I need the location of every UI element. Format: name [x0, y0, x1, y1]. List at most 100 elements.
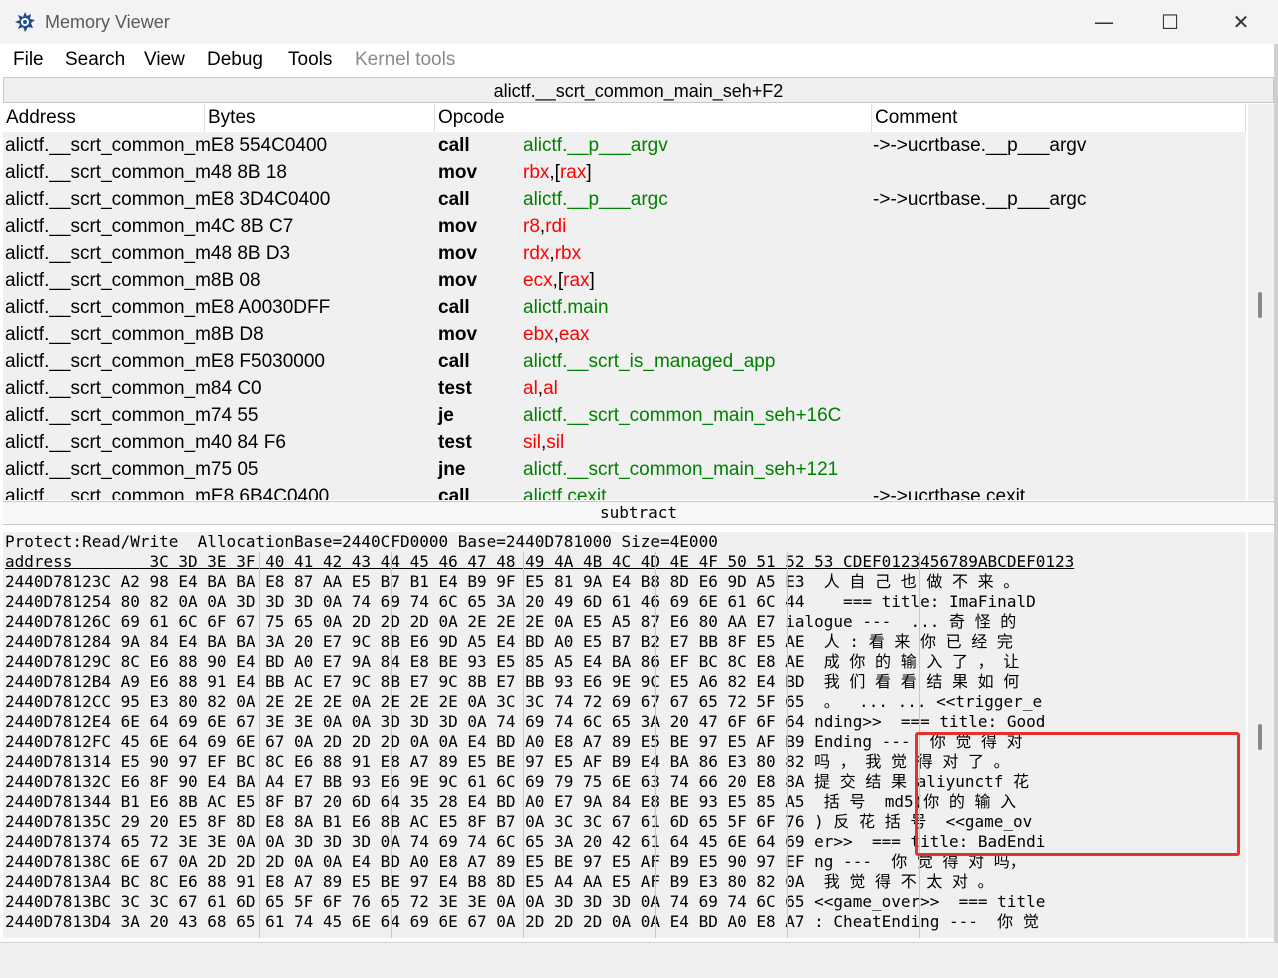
hex-row[interactable]: 2440D7812B4 A9 E6 88 91 E4 BB AC E7 9C 8…	[5, 672, 1019, 692]
byte-group-separator	[259, 552, 260, 938]
cheat-engine-icon	[15, 12, 35, 32]
menu-tools[interactable]: Tools	[288, 49, 332, 71]
row-address-bytes: alictf.__scrt_common_mE8 F5030000	[5, 351, 325, 372]
operand-token: ecx	[523, 270, 553, 291]
row-address-bytes: alictf.__scrt_common_mE8 A0030DFF	[5, 297, 331, 318]
hex-protect-info: Protect:Read/Write AllocationBase=2440CF…	[5, 532, 718, 551]
menu-kernel-tools: Kernel tools	[355, 49, 456, 70]
operand-token: sil	[523, 432, 541, 453]
operand-token: eax	[558, 324, 590, 345]
hex-row[interactable]: 2440D7812E4 6E 64 69 6E 67 3E 3E 0A 0A 3…	[5, 712, 1045, 732]
column-header-bytes[interactable]: Bytes	[205, 104, 435, 132]
disassembly-row[interactable]: alictf.__scrt_common_m75 05 jne alictf.__s…	[3, 456, 1246, 483]
disassembly-view[interactable]: alictf.__scrt_common_mE8 554C0400 call ali…	[3, 132, 1246, 500]
row-address-bytes: alictf.__scrt_common_m48 8B 18	[5, 162, 287, 183]
hex-row[interactable]: 2440D781374 65 72 3E 3E 0A 0A 3D 3D 3D 0…	[5, 832, 1045, 852]
minimize-button[interactable]: —	[1081, 6, 1127, 38]
disassembly-row[interactable]: alictf.__scrt_common_m4C 8B C7 mov r8,rdi	[3, 213, 1246, 240]
hex-column-header: address 3C 3D 3E 3F 40 41 42 43 44 45 46…	[5, 552, 1075, 571]
hex-row[interactable]: 2440D78123C A2 98 E4 BA BA E8 87 AA E5 B…	[5, 572, 1019, 592]
hex-row[interactable]: 2440D78129C 8C E6 88 90 E4 BD A0 E7 9A 8…	[5, 652, 1019, 672]
row-operands: sil,sil	[523, 429, 564, 456]
disassembly-row[interactable]: alictf.__scrt_common_mE8 6B4C0400 call ali…	[3, 483, 1246, 500]
operand-token: al	[543, 378, 558, 399]
row-operands: alictf.__scrt_common_main_seh+16C	[523, 402, 841, 429]
disassembly-row[interactable]: alictf.__scrt_common_m8B D8 mov ebx,eax	[3, 321, 1246, 348]
row-operands: alictf.__p___argv	[523, 132, 668, 159]
row-opcode: mov	[438, 162, 478, 183]
row-opcode: mov	[438, 216, 478, 237]
disassembly-row[interactable]: alictf.__scrt_common_m8B 08 mov ecx,[rax]	[3, 267, 1246, 294]
row-operands: rdx,rbx	[523, 240, 581, 267]
row-comment: ->->ucrtbase.__p___argc	[873, 189, 1087, 210]
hex-row[interactable]: 2440D78126C 69 61 6C 6F 67 75 65 0A 2D 2…	[5, 612, 1016, 632]
menu-bar: File Search View Debug Tools Kernel tool…	[0, 44, 1278, 76]
row-opcode: call	[438, 189, 470, 210]
hex-row[interactable]: 2440D78135C 29 20 E5 8F 8D E8 8A B1 E6 8…	[5, 812, 1032, 832]
row-operands: alictf.main	[523, 294, 609, 321]
operand-token: ]	[589, 270, 595, 291]
disassembly-row[interactable]: alictf.__scrt_common_m84 C0 test al,al	[3, 375, 1246, 402]
row-opcode: call	[438, 135, 470, 156]
hex-row[interactable]: 2440D781314 E5 90 97 EF BC 8C E6 88 91 E…	[5, 752, 1010, 772]
hex-row[interactable]: 2440D7813BC 3C 3C 67 61 6D 65 5F 6F 76 6…	[5, 892, 1045, 912]
row-address-bytes: alictf.__scrt_common_m48 8B D3	[5, 243, 291, 264]
operand-token: rax	[559, 162, 587, 183]
row-operands: alictf.__p___argc	[523, 186, 668, 213]
operand-token: ebx	[523, 324, 554, 345]
hex-scroll-thumb[interactable]	[1258, 724, 1262, 750]
splitter-bar[interactable]: subtract	[3, 501, 1274, 525]
disassembly-scroll-thumb[interactable]	[1258, 292, 1262, 318]
menu-debug[interactable]: Debug	[207, 49, 263, 71]
operand-token: alictf.__p___argc	[523, 189, 668, 210]
row-opcode: test	[438, 378, 472, 399]
column-header-comment[interactable]: Comment	[872, 104, 1246, 132]
hex-row[interactable]: 2440D781254 80 82 0A 0A 3D 3D 3D 0A 74 6…	[5, 592, 1036, 612]
row-comment: ->->ucrtbase.cexit	[873, 486, 1026, 500]
row-operands: alictf.cexit	[523, 483, 606, 500]
disassembly-row[interactable]: alictf.__scrt_common_mE8 3D4C0400 call ali…	[3, 186, 1246, 213]
menu-file[interactable]: File	[13, 49, 44, 71]
operand-token: rax	[563, 270, 590, 291]
close-icon: ✕	[1232, 10, 1250, 34]
disassembly-row[interactable]: alictf.__scrt_common_m48 8B 18 mov rbx,[ra…	[3, 159, 1246, 186]
row-opcode: mov	[438, 243, 478, 264]
operand-token: rdi	[545, 216, 567, 237]
row-address-bytes: alictf.__scrt_common_mE8 554C0400	[5, 135, 328, 156]
row-opcode: call	[438, 486, 470, 500]
row-comment: ->->ucrtbase.__p___argv	[873, 135, 1087, 156]
byte-group-separator	[655, 552, 656, 938]
menu-view[interactable]: View	[144, 49, 185, 71]
operand-token: alictf.cexit	[523, 486, 607, 500]
hex-row[interactable]: 2440D781284 9A 84 E4 BA BA 3A 20 E7 9C 8…	[5, 632, 1013, 652]
disassembly-row[interactable]: alictf.__scrt_common_m48 8B D3 mov rdx,rbx	[3, 240, 1246, 267]
maximize-button[interactable]: ☐	[1147, 6, 1193, 38]
operand-token: alictf.__scrt_is_managed_app	[523, 351, 776, 372]
hex-row[interactable]: 2440D78132C E6 8F 90 E4 BA A4 E7 BB 93 E…	[5, 772, 1029, 792]
operand-token: rdx	[523, 243, 550, 264]
hex-row[interactable]: 2440D7813D4 3A 20 43 68 65 61 74 45 6E 6…	[5, 912, 1039, 932]
row-address-bytes: alictf.__scrt_common_m40 84 F6	[5, 432, 286, 453]
hex-row[interactable]: 2440D781344 B1 E6 8B AC E5 8F B7 20 6D 6…	[5, 792, 1016, 812]
operand-token: r8	[523, 216, 540, 237]
disassembly-row[interactable]: alictf.__scrt_common_m74 55 je alictf.__sc…	[3, 402, 1246, 429]
row-address-bytes: alictf.__scrt_common_mE8 6B4C0400	[5, 486, 330, 500]
disassembler-location: alictf.__scrt_common_main_seh+F2	[3, 77, 1274, 103]
maximize-icon: ☐	[1161, 10, 1179, 34]
close-button[interactable]: ✕	[1218, 6, 1264, 38]
column-header-address[interactable]: Address	[3, 104, 205, 132]
row-operands: al,al	[523, 375, 558, 402]
row-operands: r8,rdi	[523, 213, 566, 240]
minimize-icon: —	[1094, 10, 1114, 34]
row-address-bytes: alictf.__scrt_common_mE8 3D4C0400	[5, 189, 331, 210]
column-header-opcode[interactable]: Opcode	[435, 104, 872, 132]
disassembly-row[interactable]: alictf.__scrt_common_mE8 F5030000 call ali…	[3, 348, 1246, 375]
hex-row[interactable]: 2440D7812FC 45 6E 64 69 6E 67 0A 2D 2D 2…	[5, 732, 1023, 752]
disassembly-row[interactable]: alictf.__scrt_common_mE8 554C0400 call ali…	[3, 132, 1246, 159]
disassembly-row[interactable]: alictf.__scrt_common_mE8 A0030DFF call ali…	[3, 294, 1246, 321]
hex-row[interactable]: 2440D7813A4 BC 8C E6 88 91 E8 A7 89 E5 B…	[5, 872, 994, 892]
row-opcode: jne	[438, 459, 466, 480]
menu-search[interactable]: Search	[65, 49, 125, 71]
hex-row[interactable]: 2440D78138C 6E 67 0A 2D 2D 2D 0A 0A E4 B…	[5, 852, 1026, 872]
disassembly-row[interactable]: alictf.__scrt_common_m40 84 F6 test sil,si…	[3, 429, 1246, 456]
